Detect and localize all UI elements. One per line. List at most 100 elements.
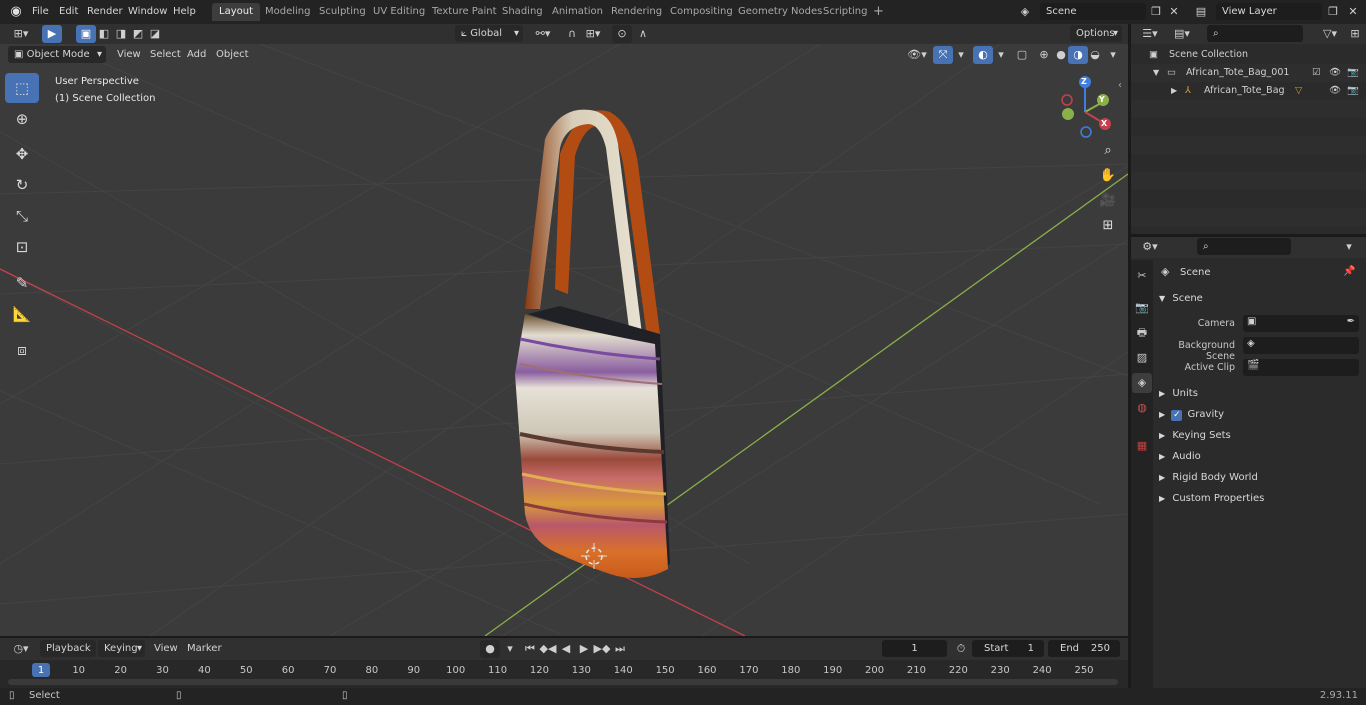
tab-layout[interactable]: Layout — [212, 3, 260, 21]
options-dropdown[interactable]: Options ▾ — [1070, 25, 1122, 42]
view-layer-close-icon[interactable]: ✕ — [1343, 3, 1363, 21]
menu-edit[interactable]: Edit — [53, 3, 84, 20]
scene-tab-icon[interactable]: ◈ — [1132, 373, 1152, 393]
tool-tab-icon[interactable]: ✂ — [1132, 266, 1152, 286]
viewport-menu-add[interactable]: Add — [181, 46, 212, 63]
zoom-icon[interactable]: ⌕ — [1097, 140, 1119, 162]
tab-sculpting[interactable]: Sculpting — [312, 3, 373, 21]
area-divider[interactable] — [0, 636, 1128, 638]
rigid-body-world-panel-header[interactable]: ▶ Rigid Body World — [1159, 468, 1258, 488]
editor-type-icon[interactable]: ⊞▾ — [8, 25, 34, 43]
add-cube-tool-icon[interactable]: ⧈ — [5, 335, 39, 365]
view-layer-field[interactable]: View Layer — [1216, 3, 1322, 20]
3d-viewport[interactable]: Z Y X User Perspective (1) Scene Collect… — [0, 44, 1128, 636]
camera-icon[interactable]: 📷 — [1347, 82, 1359, 100]
visibility-filter-icon[interactable]: 👁▾ — [902, 46, 932, 64]
chevron-down-icon[interactable]: ▾ — [500, 640, 520, 658]
shading-rendered-icon[interactable]: ◒ — [1085, 46, 1105, 64]
tab-compositing[interactable]: Compositing — [663, 3, 740, 21]
annotate-tool-icon[interactable]: ✎ — [5, 268, 39, 298]
sidebar-toggle-icon[interactable]: ‹ — [1118, 80, 1122, 91]
timeline-menu-view[interactable]: View — [148, 640, 184, 657]
scene-name-field[interactable]: Scene — [1040, 3, 1146, 20]
measure-tool-icon[interactable]: 📐 — [5, 299, 39, 329]
jump-start-icon[interactable]: ⏮ — [520, 640, 540, 658]
viewport-menu-object[interactable]: Object — [210, 46, 255, 63]
checkbox-icon[interactable]: ☑ — [1312, 64, 1321, 82]
play-reverse-icon[interactable]: ◀ — [556, 640, 576, 658]
expand-down-icon[interactable]: ▼ — [1153, 64, 1159, 82]
properties-editor-icon[interactable]: ⚙▾ — [1137, 238, 1163, 256]
timeline-editor-icon[interactable]: ◷▾ — [8, 640, 34, 658]
active-clip-field[interactable]: 🎬 — [1243, 359, 1359, 376]
play-icon[interactable]: ▶ — [574, 640, 594, 658]
start-frame-field[interactable]: Start 1 — [972, 640, 1044, 657]
select-tool-icon[interactable]: ▶ — [42, 25, 62, 43]
custom-properties-panel-header[interactable]: ▶ Custom Properties — [1159, 489, 1264, 509]
keying-sets-panel-header[interactable]: ▶ Keying Sets — [1159, 426, 1231, 446]
background-scene-field[interactable]: ◈ — [1243, 337, 1359, 354]
proportional-falloff-icon[interactable]: ∧ — [630, 25, 656, 43]
tab-texture-paint[interactable]: Texture Paint — [425, 3, 504, 21]
display-mode-icon[interactable]: ▤▾ — [1169, 25, 1195, 43]
move-tool-icon[interactable]: ✥ — [5, 139, 39, 169]
scene-panel-header[interactable]: ▼ Scene — [1159, 289, 1203, 309]
auto-keying-icon[interactable]: ● — [480, 640, 500, 658]
object-mode-dropdown[interactable]: ▣ Object Mode ▾ — [8, 46, 106, 63]
properties-search-input[interactable]: ⌕ — [1197, 238, 1291, 255]
jump-keyframe-forward-icon[interactable]: ▶◆ — [592, 640, 612, 658]
perspective-toggle-icon[interactable]: ⊞ — [1097, 215, 1119, 237]
viewport-menu-view[interactable]: View — [111, 46, 147, 63]
menu-window[interactable]: Window — [122, 3, 173, 20]
view-layer-tab-icon[interactable]: ▨ — [1132, 348, 1152, 368]
select-mode-new-icon[interactable]: ▣ — [76, 25, 96, 43]
gravity-checkbox[interactable]: ✓ — [1171, 410, 1183, 421]
camera-icon[interactable]: 📷 — [1347, 64, 1359, 82]
render-tab-icon[interactable]: 📷 — [1132, 298, 1152, 318]
cursor-tool-icon[interactable]: ⊕ — [5, 104, 39, 134]
tab-animation[interactable]: Animation — [545, 3, 610, 21]
view-layer-copy-icon[interactable]: ❐ — [1323, 3, 1343, 21]
texture-tab-icon[interactable]: ▦ — [1132, 436, 1152, 456]
scene-close-icon[interactable]: ✕ — [1164, 3, 1184, 21]
blender-logo-icon[interactable]: ◉ — [8, 4, 24, 20]
snap-icon[interactable]: ∩ — [562, 25, 582, 43]
tab-shading[interactable]: Shading — [495, 3, 550, 21]
gravity-panel-header[interactable]: ▶ ✓ Gravity — [1159, 405, 1224, 425]
xray-toggle-icon[interactable]: ▢ — [1012, 46, 1032, 64]
units-panel-header[interactable]: ▶ Units — [1159, 384, 1198, 404]
jump-end-icon[interactable]: ⏭ — [610, 640, 630, 658]
outliner-editor-icon[interactable]: ☰▾ — [1137, 25, 1163, 43]
audio-panel-header[interactable]: ▶ Audio — [1159, 447, 1201, 467]
chevron-down-icon[interactable]: ▾ — [951, 46, 971, 64]
area-divider[interactable] — [1131, 234, 1366, 237]
playback-dropdown[interactable]: Playback ▾ — [40, 640, 96, 671]
outliner-search-input[interactable]: ⌕ — [1207, 25, 1303, 42]
pin-icon[interactable]: 📌 — [1343, 266, 1355, 277]
outliner-item[interactable]: ▶ ⅄ African_Tote_Bag ▽ 👁 📷 — [1131, 82, 1366, 100]
eye-icon[interactable]: 👁 — [1329, 64, 1341, 82]
filter-icon[interactable]: ▽▾ — [1317, 25, 1343, 43]
scene-browse-icon[interactable]: ◈ — [1013, 3, 1037, 21]
timeline-menu-marker[interactable]: Marker — [181, 640, 228, 657]
transform-tool-icon[interactable]: ⊡ — [5, 232, 39, 262]
current-frame-field[interactable]: 1 — [882, 640, 947, 657]
chevron-down-icon[interactable]: ▾ — [991, 46, 1011, 64]
rotate-tool-icon[interactable]: ↻ — [5, 170, 39, 200]
gizmo-toggle-icon[interactable]: ⤧ — [933, 46, 953, 64]
select-mode-intersect-icon[interactable]: ◪ — [145, 25, 165, 43]
keying-dropdown[interactable]: Keying ▾ — [98, 640, 145, 657]
select-box-tool-icon[interactable]: ⬚ — [5, 73, 39, 103]
chevron-down-icon[interactable]: ▾ — [1103, 46, 1123, 64]
view-layer-browse-icon[interactable]: ▤ — [1188, 3, 1214, 21]
scene-copy-icon[interactable]: ❐ — [1146, 3, 1166, 21]
world-tab-icon[interactable]: ◍ — [1132, 398, 1152, 418]
transform-orientation-dropdown[interactable]: ⟀ Global ▾ — [455, 25, 523, 42]
timeline-scrollbar[interactable] — [8, 679, 1118, 685]
eye-icon[interactable]: 👁 — [1329, 82, 1341, 100]
pivot-point-icon[interactable]: ⚯▾ — [530, 25, 556, 43]
timeline-ruler[interactable]: 1 10 20 30 40 50 60 70 80 90 100 110 120 130 140 150 160… — [0, 660, 1128, 688]
tab-rendering[interactable]: Rendering — [604, 3, 669, 21]
jump-keyframe-back-icon[interactable]: ◆◀ — [538, 640, 558, 658]
area-divider[interactable] — [1128, 24, 1131, 688]
